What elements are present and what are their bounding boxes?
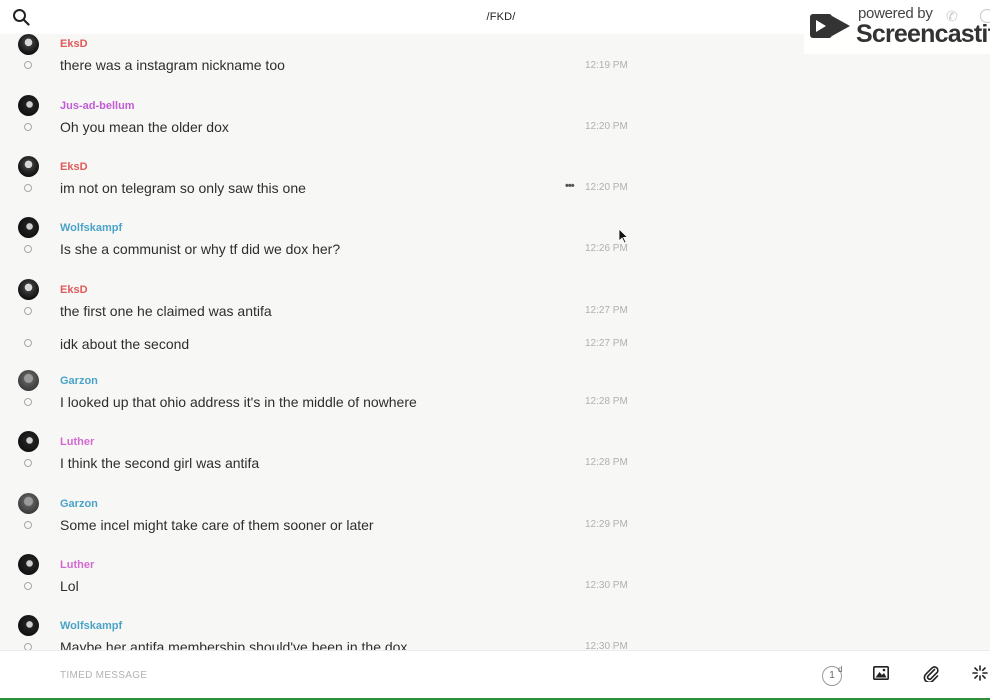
status-dot: [24, 245, 32, 253]
message-time: 12:28 PM: [585, 457, 628, 468]
message-author[interactable]: Luther: [60, 559, 94, 571]
more-options-icon[interactable]: •••: [565, 180, 575, 192]
status-dot: [24, 184, 32, 192]
message-text: there was a instagram nickname too: [60, 57, 285, 73]
message-text: Oh you mean the older dox: [60, 119, 229, 135]
message-item: idk about the second 12:27 PM: [0, 336, 640, 369]
message-author[interactable]: EksD: [60, 38, 88, 50]
status-dot: [24, 582, 32, 590]
avatar[interactable]: [18, 493, 39, 514]
message-item: EksD the first one he claimed was antifa…: [0, 278, 640, 339]
avatar[interactable]: [18, 95, 39, 116]
message-list: EksD there was a instagram nickname too …: [0, 34, 990, 650]
message-item: EksD there was a instagram nickname too …: [0, 34, 640, 95]
message-text: im not on telegram so only saw this one: [60, 180, 306, 196]
message-text: I looked up that ohio address it's in th…: [60, 394, 417, 410]
avatar[interactable]: [18, 217, 39, 238]
image-icon[interactable]: [873, 666, 889, 680]
message-item: Jus-ad-bellum Oh you mean the older dox …: [0, 95, 640, 156]
avatar[interactable]: [18, 431, 39, 452]
status-dot: [24, 123, 32, 131]
message-time: 12:28 PM: [585, 396, 628, 407]
status-dot: [24, 521, 32, 529]
sparkle-icon[interactable]: [972, 665, 988, 681]
message-author[interactable]: EksD: [60, 161, 88, 173]
message-item: Wolfskampf Is she a communist or why tf …: [0, 217, 640, 278]
status-dot: [24, 398, 32, 406]
status-dot: [24, 459, 32, 467]
avatar[interactable]: [18, 279, 39, 300]
message-text: I think the second girl was antifa: [60, 455, 260, 471]
message-time: 12:20 PM: [585, 121, 628, 132]
message-time: 12:27 PM: [585, 305, 628, 316]
message-author[interactable]: Garzon: [60, 375, 98, 387]
message-text: Some incel might take care of them soone…: [60, 517, 374, 533]
paperclip-icon[interactable]: [922, 664, 940, 682]
message-item: Luther Lol 12:30 PM: [0, 553, 640, 614]
message-time: 12:30 PM: [585, 641, 628, 650]
message-time: 12:26 PM: [585, 243, 628, 254]
message-author[interactable]: Wolfskampf: [60, 620, 122, 632]
message-author[interactable]: Wolfskampf: [60, 222, 122, 234]
message-text: Maybe her antifa membership should've be…: [60, 639, 408, 650]
message-time: 12:27 PM: [585, 338, 628, 349]
message-item: EksD im not on telegram so only saw this…: [0, 156, 640, 217]
message-time: 12:30 PM: [585, 580, 628, 591]
composer-bar: 1 d: [0, 650, 990, 698]
message-item: Wolfskampf Maybe her antifa membership s…: [0, 614, 640, 650]
status-dot: [24, 643, 32, 650]
message-text: the first one he claimed was antifa: [60, 303, 272, 319]
message-author[interactable]: Luther: [60, 436, 94, 448]
status-dot: [24, 339, 32, 347]
message-text: Lol: [60, 578, 79, 594]
message-author[interactable]: EksD: [60, 284, 88, 296]
message-item: Luther I think the second girl was antif…: [0, 431, 640, 492]
message-author[interactable]: Jus-ad-bellum: [60, 100, 135, 112]
message-item: Garzon Some incel might take care of the…: [0, 492, 640, 553]
message-item: Garzon I looked up that ohio address it'…: [0, 370, 640, 431]
message-time: 12:29 PM: [585, 519, 628, 530]
avatar[interactable]: [18, 615, 39, 636]
message-text: Is she a communist or why tf did we dox …: [60, 241, 341, 257]
mouse-cursor-icon: [618, 228, 629, 244]
message-author[interactable]: Garzon: [60, 498, 98, 510]
timed-message-input[interactable]: [60, 666, 760, 684]
info-icon[interactable]: [980, 9, 990, 23]
status-dot: [24, 61, 32, 69]
phone-icon[interactable]: ✆: [946, 8, 958, 25]
avatar[interactable]: [18, 156, 39, 177]
status-dot: [24, 307, 32, 315]
avatar[interactable]: [18, 370, 39, 391]
avatar[interactable]: [18, 554, 39, 575]
avatar[interactable]: [18, 34, 39, 55]
message-time: 12:20 PM: [585, 182, 628, 193]
message-time: 12:19 PM: [585, 60, 628, 71]
message-text: idk about the second: [60, 336, 190, 352]
message-timer-unit: d: [838, 665, 843, 674]
